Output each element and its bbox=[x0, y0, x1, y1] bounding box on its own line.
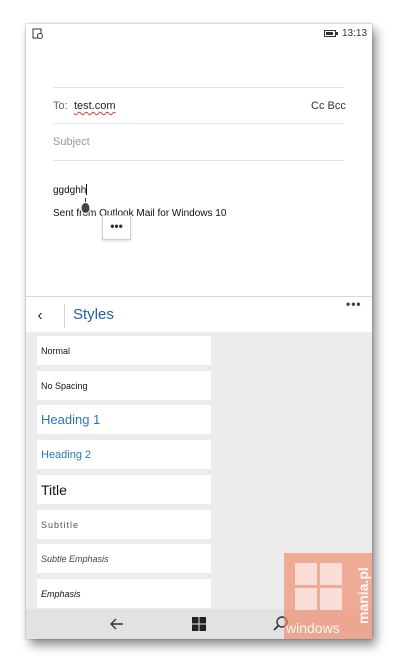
panel-title: Styles bbox=[73, 306, 114, 323]
back-arrow-icon[interactable] bbox=[107, 615, 127, 633]
watermark-tile bbox=[320, 588, 342, 610]
style-item-emphasis[interactable]: Emphasis bbox=[37, 579, 211, 608]
style-item-no-spacing[interactable]: No Spacing bbox=[37, 371, 211, 400]
divider bbox=[53, 87, 344, 88]
style-item-subtle-emphasis[interactable]: Subtle Emphasis bbox=[37, 544, 211, 573]
styles-panel-header: ‹ Styles ••• bbox=[26, 296, 372, 332]
selection-gripper-icon[interactable] bbox=[80, 198, 91, 214]
style-item-heading-1[interactable]: Heading 1 bbox=[37, 405, 211, 434]
more-options-button[interactable]: ••• bbox=[346, 297, 362, 311]
divider bbox=[53, 160, 344, 161]
watermark-logo: windows mania.pl bbox=[284, 553, 372, 639]
message-body[interactable]: ggdghh bbox=[53, 184, 88, 196]
style-item-normal[interactable]: Normal bbox=[37, 336, 211, 365]
signature-text: Sent from Outlook Mail for Windows 10 bbox=[53, 208, 227, 219]
watermark-tile bbox=[295, 588, 317, 610]
status-bar: 13:13 bbox=[26, 24, 372, 44]
style-item-title[interactable]: Title bbox=[37, 475, 211, 504]
context-more-button[interactable]: ••• bbox=[102, 215, 131, 240]
body-text: ggdghh bbox=[53, 185, 87, 196]
to-field[interactable]: test.com bbox=[74, 100, 116, 112]
watermark-tile bbox=[320, 563, 342, 585]
phone-screen: 13:13 To: test.com Cc Bcc Subject ggdghh… bbox=[26, 24, 372, 639]
watermark-text: windows bbox=[286, 620, 340, 636]
watermark-tile bbox=[295, 563, 317, 585]
header-divider bbox=[64, 304, 65, 328]
style-item-heading-2[interactable]: Heading 2 bbox=[37, 440, 211, 469]
back-button[interactable]: ‹ bbox=[32, 306, 48, 326]
mail-compose: To: test.com Cc Bcc Subject ggdghh Sent … bbox=[26, 44, 372, 296]
cc-bcc-button[interactable]: Cc Bcc bbox=[311, 100, 346, 112]
text-caret bbox=[86, 184, 88, 195]
watermark-vertical-text: mania.pl bbox=[355, 567, 371, 625]
to-label: To: bbox=[53, 100, 68, 112]
style-item-subtitle[interactable]: Subtitle bbox=[37, 510, 211, 539]
subject-field[interactable]: Subject bbox=[53, 136, 90, 148]
status-time: 13:13 bbox=[342, 28, 368, 39]
windows-start-icon[interactable] bbox=[189, 615, 209, 633]
divider bbox=[53, 123, 344, 124]
battery-icon bbox=[324, 30, 338, 37]
notification-icon bbox=[32, 28, 43, 39]
